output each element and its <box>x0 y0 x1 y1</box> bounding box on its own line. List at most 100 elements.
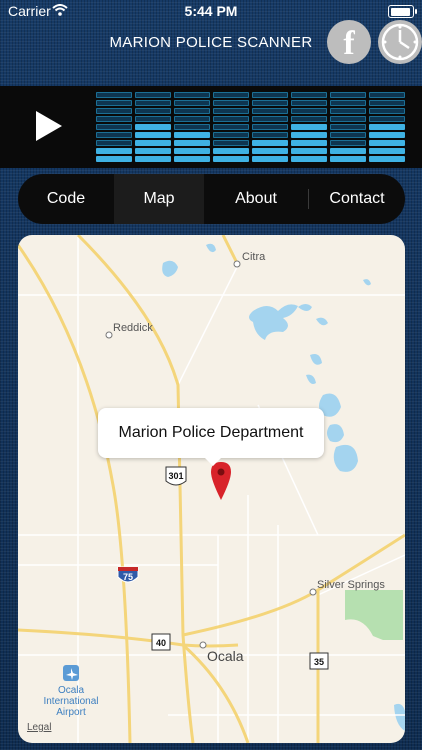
pin-callout[interactable]: Marion Police Department <box>98 408 324 466</box>
equalizer-segment <box>291 116 327 122</box>
equalizer-segment <box>291 92 327 98</box>
svg-text:301: 301 <box>168 471 183 481</box>
lakes <box>162 243 405 731</box>
airport-label-3: Airport <box>56 707 86 718</box>
svg-text:35: 35 <box>314 657 324 667</box>
equalizer-segment <box>96 132 132 138</box>
play-icon[interactable] <box>36 111 62 141</box>
place-citra: Citra <box>242 251 266 263</box>
equalizer-segment <box>174 148 210 154</box>
place-reddick: Reddick <box>113 322 153 334</box>
equalizer-segment <box>291 132 327 138</box>
equalizer-segment <box>174 132 210 138</box>
equalizer-segment <box>330 148 366 154</box>
equalizer-segment <box>291 124 327 130</box>
equalizer-segment <box>213 124 249 130</box>
equalizer-segment <box>252 92 288 98</box>
equalizer-segment <box>330 108 366 114</box>
equalizer-segment <box>330 132 366 138</box>
equalizer-segment <box>252 140 288 146</box>
equalizer-segment <box>330 100 366 106</box>
shield-us301: 301 <box>165 466 187 486</box>
equalizer-segment <box>291 100 327 106</box>
equalizer-segment <box>252 132 288 138</box>
tab-code[interactable]: Code <box>18 174 114 224</box>
equalizer-segment <box>369 148 405 154</box>
equalizer-segment <box>174 156 210 162</box>
equalizer-segment <box>369 124 405 130</box>
equalizer-segment <box>135 124 171 130</box>
equalizer-segment <box>213 116 249 122</box>
status-bar: Carrier 5:44 PM <box>0 0 422 22</box>
facebook-icon[interactable]: f <box>327 20 371 64</box>
tab-contact[interactable]: Contact <box>309 174 405 224</box>
shield-sr35: 35 <box>309 652 329 670</box>
equalizer-segment <box>135 92 171 98</box>
equalizer-segment <box>369 156 405 162</box>
equalizer-segment <box>96 92 132 98</box>
equalizer-segment <box>369 92 405 98</box>
equalizer-segment <box>96 124 132 130</box>
equalizer-segment <box>330 140 366 146</box>
equalizer-segment <box>252 116 288 122</box>
tab-map[interactable]: Map <box>114 174 204 224</box>
equalizer-segment <box>330 124 366 130</box>
equalizer-segment <box>135 108 171 114</box>
map-view[interactable]: Citra Reddick Silver Springs Ocala Ocala… <box>18 235 405 743</box>
equalizer-segment <box>213 92 249 98</box>
equalizer-segment <box>369 132 405 138</box>
svg-text:40: 40 <box>156 638 166 648</box>
equalizer-segment <box>174 124 210 130</box>
equalizer-segment <box>291 140 327 146</box>
svg-text:75: 75 <box>123 572 133 582</box>
equalizer-segment <box>174 100 210 106</box>
equalizer-segment <box>252 108 288 114</box>
equalizer-segment <box>252 100 288 106</box>
clock-icon[interactable] <box>378 20 422 64</box>
equalizer-segment <box>213 108 249 114</box>
airport-label-1: Ocala <box>58 685 85 696</box>
map-pin-icon[interactable] <box>211 462 231 500</box>
audio-player <box>0 86 422 168</box>
tab-bar: Code Map About Contact <box>18 174 405 224</box>
equalizer-segment <box>96 116 132 122</box>
equalizer-segment <box>213 140 249 146</box>
legal-link[interactable]: Legal <box>27 722 51 733</box>
equalizer-segment <box>252 148 288 154</box>
park-area <box>345 590 403 640</box>
equalizer-segment <box>174 140 210 146</box>
equalizer-segment <box>135 140 171 146</box>
equalizer-segment <box>252 156 288 162</box>
equalizer-segment <box>174 92 210 98</box>
equalizer-segment <box>213 100 249 106</box>
equalizer-segment <box>96 108 132 114</box>
equalizer-segment <box>213 156 249 162</box>
equalizer-segment <box>330 156 366 162</box>
equalizer-segment <box>213 132 249 138</box>
airplane-icon <box>63 665 79 681</box>
equalizer-segment <box>252 124 288 130</box>
equalizer-segment <box>96 148 132 154</box>
equalizer-segment <box>174 108 210 114</box>
equalizer-segment <box>213 148 249 154</box>
equalizer-segment <box>96 100 132 106</box>
equalizer-segment <box>291 108 327 114</box>
tab-about[interactable]: About <box>204 174 308 224</box>
equalizer-segment <box>135 132 171 138</box>
status-time: 5:44 PM <box>184 3 238 19</box>
equalizer-segment <box>135 116 171 122</box>
place-ocala: Ocala <box>207 648 244 664</box>
equalizer-segment <box>291 148 327 154</box>
equalizer-segment <box>96 156 132 162</box>
equalizer-segment <box>174 116 210 122</box>
equalizer-segment <box>369 116 405 122</box>
equalizer-segment <box>369 140 405 146</box>
shield-sr40: 40 <box>151 633 171 651</box>
equalizer-segment <box>291 156 327 162</box>
airport-label-2: International <box>43 696 98 707</box>
equalizer-segment <box>369 100 405 106</box>
equalizer-segment <box>330 116 366 122</box>
equalizer-segment <box>96 140 132 146</box>
equalizer-segment <box>369 108 405 114</box>
shield-i75: 75 <box>117 566 139 583</box>
